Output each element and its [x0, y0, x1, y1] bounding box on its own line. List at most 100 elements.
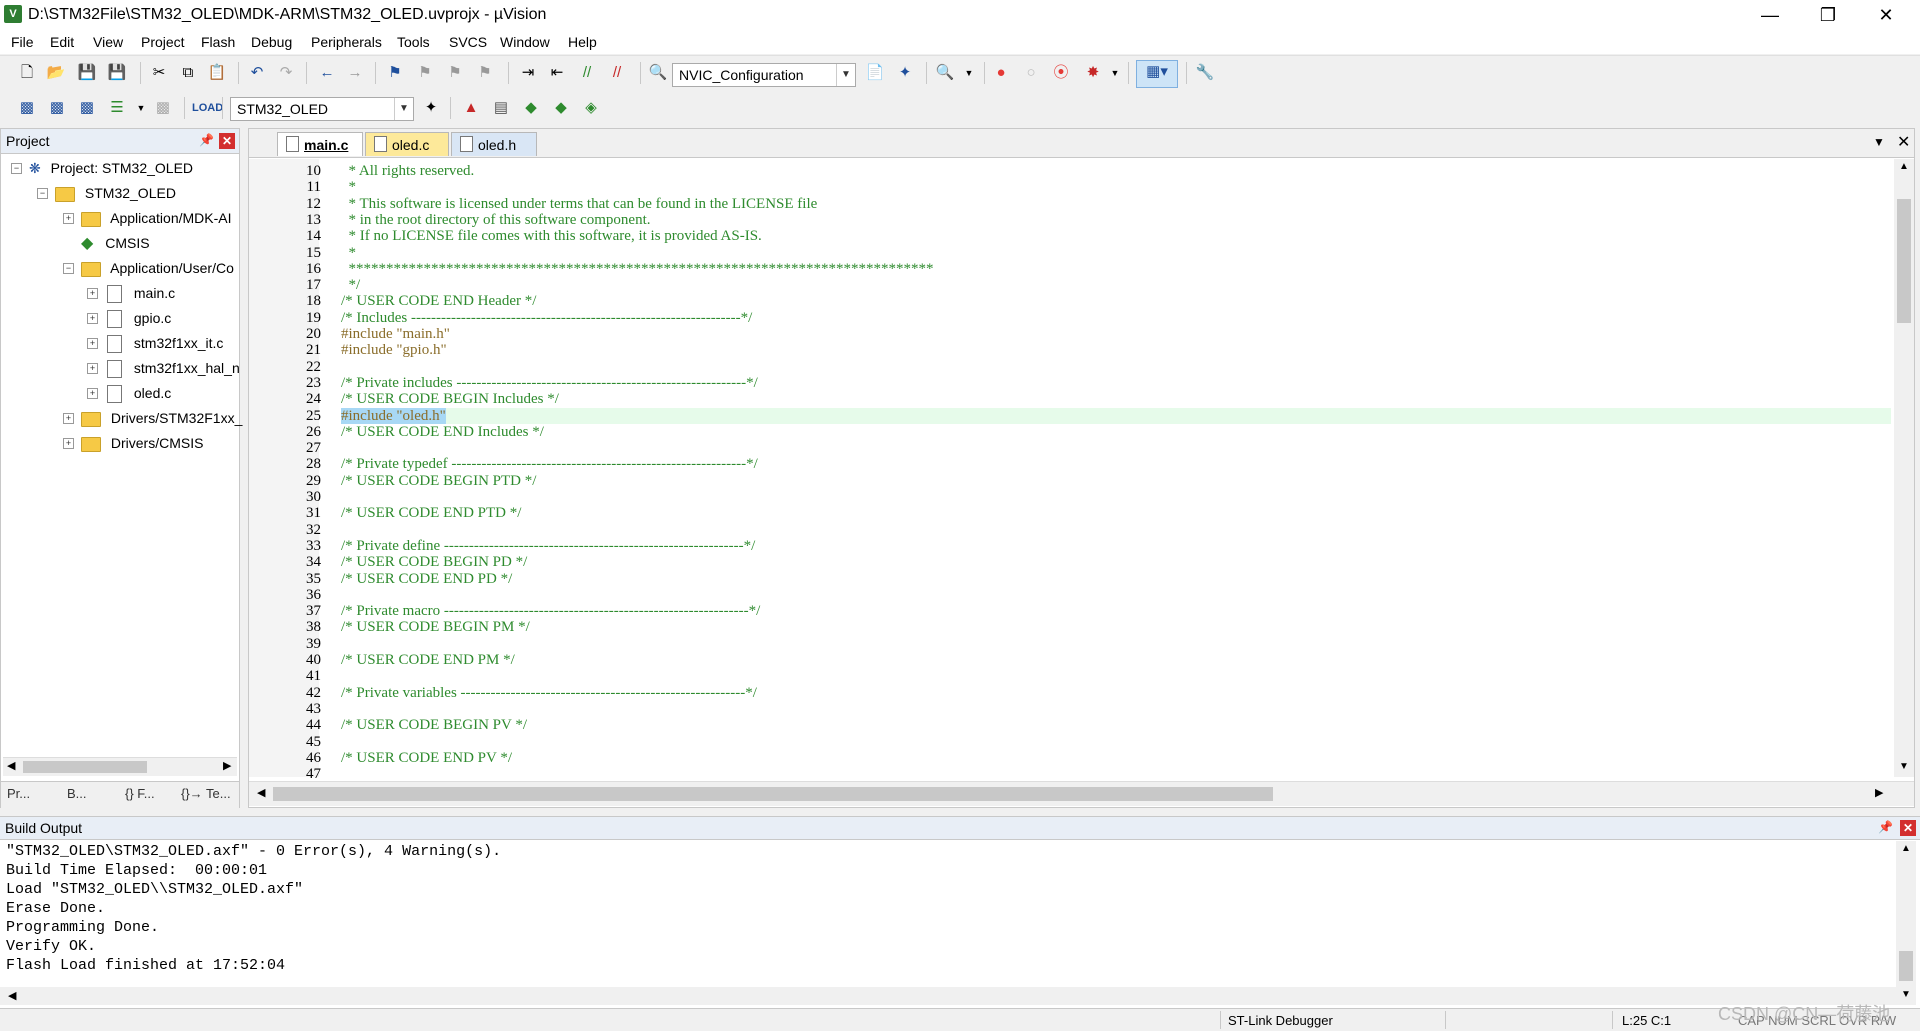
- disable-breakpoints-icon[interactable]: ⦿: [1050, 62, 1072, 84]
- paste-icon[interactable]: 📋: [206, 62, 228, 84]
- code-line[interactable]: /* USER CODE BEGIN PD */: [341, 554, 527, 570]
- select-software-packs-icon[interactable]: ▤: [490, 97, 512, 119]
- scroll-up-icon[interactable]: ▲: [1901, 843, 1911, 854]
- tree-item-group[interactable]: + Application/MDK-AI: [63, 207, 232, 229]
- collapse-icon[interactable]: −: [63, 263, 74, 274]
- code-line[interactable]: /* USER CODE END Header */: [341, 293, 536, 309]
- code-line[interactable]: ****************************************…: [341, 261, 934, 277]
- scroll-thumb[interactable]: [1899, 951, 1913, 981]
- tab-main-c[interactable]: main.c: [277, 132, 363, 156]
- target-options-icon[interactable]: ✦: [420, 97, 442, 119]
- batch-build-icon[interactable]: ☰: [106, 97, 128, 119]
- stop-build-icon[interactable]: ▩: [152, 97, 174, 119]
- code-line[interactable]: /* USER CODE BEGIN PV */: [341, 717, 527, 733]
- collapse-icon[interactable]: −: [11, 163, 22, 174]
- menu-flash[interactable]: Flash: [201, 34, 235, 50]
- project-horizontal-scrollbar[interactable]: ◀ ▶: [3, 757, 237, 776]
- scroll-left-icon[interactable]: ◀: [8, 989, 16, 1002]
- find-icon[interactable]: 📄: [864, 62, 886, 84]
- undo-icon[interactable]: ↶: [246, 62, 268, 84]
- tree-item-file[interactable]: + main.c: [87, 282, 175, 304]
- minimize-button[interactable]: —: [1741, 0, 1799, 30]
- prev-bookmark-icon[interactable]: ⚑: [414, 62, 436, 84]
- build-vertical-scrollbar[interactable]: ▲ ▼: [1896, 841, 1916, 1005]
- menu-peripherals[interactable]: Peripherals: [311, 34, 382, 50]
- navigate-forward-icon[interactable]: →: [344, 62, 366, 84]
- code-line[interactable]: /* USER CODE BEGIN Includes */: [341, 391, 559, 407]
- navigate-back-icon[interactable]: ←: [316, 62, 338, 84]
- editor-horizontal-scrollbar[interactable]: ◀ ▶: [249, 781, 1914, 806]
- code-line[interactable]: */: [341, 277, 361, 293]
- menu-debug[interactable]: Debug: [251, 34, 292, 50]
- expand-icon[interactable]: +: [87, 313, 98, 324]
- code-line[interactable]: /* Private macro -----------------------…: [341, 603, 760, 619]
- expand-icon[interactable]: +: [87, 338, 98, 349]
- tree-item-file[interactable]: + gpio.c: [87, 307, 171, 329]
- expand-icon[interactable]: +: [63, 413, 74, 424]
- tab-project[interactable]: Pr...: [7, 786, 30, 801]
- incremental-find-icon[interactable]: ✦: [894, 62, 916, 84]
- code-line[interactable]: /* USER CODE END Includes */: [341, 424, 544, 440]
- close-panel-icon[interactable]: ✕: [1900, 820, 1916, 836]
- rebuild-icon[interactable]: ▩: [76, 97, 98, 119]
- configure-icon[interactable]: 🔧: [1194, 62, 1216, 84]
- close-panel-icon[interactable]: ✕: [219, 133, 235, 149]
- expand-icon[interactable]: +: [87, 388, 98, 399]
- code-line[interactable]: /* Private includes --------------------…: [341, 375, 758, 391]
- scroll-down-icon[interactable]: ▼: [1899, 761, 1909, 772]
- target-combo[interactable]: STM32_OLED ▼: [230, 97, 414, 121]
- pin-icon[interactable]: 📌: [1878, 820, 1893, 834]
- redo-icon[interactable]: ↷: [275, 62, 297, 84]
- new-file-icon[interactable]: 🗋: [16, 62, 38, 84]
- run-time-environment-icon[interactable]: ◆: [550, 97, 572, 119]
- tab-oled-c[interactable]: oled.c: [365, 132, 449, 156]
- code-line[interactable]: /* USER CODE END PM */: [341, 652, 515, 668]
- find-in-files-icon[interactable]: 🔍: [647, 62, 669, 84]
- code-line[interactable]: /* USER CODE BEGIN PM */: [341, 619, 530, 635]
- tab-books[interactable]: B...: [67, 786, 87, 801]
- code-line[interactable]: /* Private variables -------------------…: [341, 685, 757, 701]
- bookmark-icon[interactable]: ⚑: [384, 62, 406, 84]
- scroll-left-icon[interactable]: ◀: [257, 786, 265, 799]
- next-bookmark-icon[interactable]: ⚑: [444, 62, 466, 84]
- code-line[interactable]: * All rights reserved.: [341, 163, 475, 179]
- insert-breakpoint-icon[interactable]: ●: [990, 62, 1012, 84]
- code-line[interactable]: /* USER CODE END PD */: [341, 571, 512, 587]
- code-line[interactable]: /* USER CODE END PV */: [341, 750, 512, 766]
- menu-edit[interactable]: Edit: [50, 34, 74, 50]
- download-icon[interactable]: LOAD: [192, 97, 223, 119]
- editor-vertical-scrollbar[interactable]: ▲ ▼: [1894, 159, 1914, 777]
- manage-project-items-icon[interactable]: ▲: [460, 97, 482, 119]
- tree-item-project[interactable]: − ❋ Project: STM32_OLED: [11, 157, 193, 179]
- tab-functions[interactable]: {} F...: [125, 786, 155, 801]
- tree-item-target[interactable]: − STM32_OLED: [37, 182, 176, 204]
- clear-bookmarks-icon[interactable]: ⚑: [474, 62, 496, 84]
- uncomment-icon[interactable]: //: [606, 62, 628, 84]
- menu-tools[interactable]: Tools: [397, 34, 430, 50]
- tree-item-file[interactable]: + stm32f1xx_hal_n: [87, 357, 240, 379]
- kill-breakpoints-icon[interactable]: ✸: [1082, 62, 1104, 84]
- pack-installer-icon[interactable]: ◆: [520, 97, 542, 119]
- expand-icon[interactable]: +: [87, 288, 98, 299]
- event-recorder-icon[interactable]: ◈: [580, 97, 602, 119]
- tab-oled-h[interactable]: oled.h: [451, 132, 537, 156]
- code-line[interactable]: /* Private define ----------------------…: [341, 538, 755, 554]
- scroll-thumb[interactable]: [273, 787, 1273, 801]
- cut-icon[interactable]: ✂: [148, 62, 170, 84]
- code-line[interactable]: * in the root directory of this software…: [341, 212, 651, 228]
- scroll-thumb[interactable]: [1897, 199, 1911, 323]
- build-horizontal-scrollbar[interactable]: ◀: [0, 987, 1896, 1005]
- open-file-icon[interactable]: 📂: [45, 62, 67, 84]
- unindent-icon[interactable]: ⇤: [546, 62, 568, 84]
- debug-session-icon[interactable]: 🔍: [934, 62, 956, 84]
- close-tab-icon[interactable]: ✕: [1897, 132, 1910, 152]
- code-line[interactable]: *: [341, 179, 357, 195]
- copy-icon[interactable]: ⧉: [177, 62, 199, 84]
- expand-icon[interactable]: +: [87, 363, 98, 374]
- comment-icon[interactable]: //: [576, 62, 598, 84]
- menu-window[interactable]: Window: [500, 34, 550, 50]
- save-all-icon[interactable]: 💾: [106, 62, 128, 84]
- code-line[interactable]: #include "gpio.h": [341, 342, 447, 358]
- build-icon[interactable]: ▩: [46, 97, 68, 119]
- indent-icon[interactable]: ⇥: [517, 62, 539, 84]
